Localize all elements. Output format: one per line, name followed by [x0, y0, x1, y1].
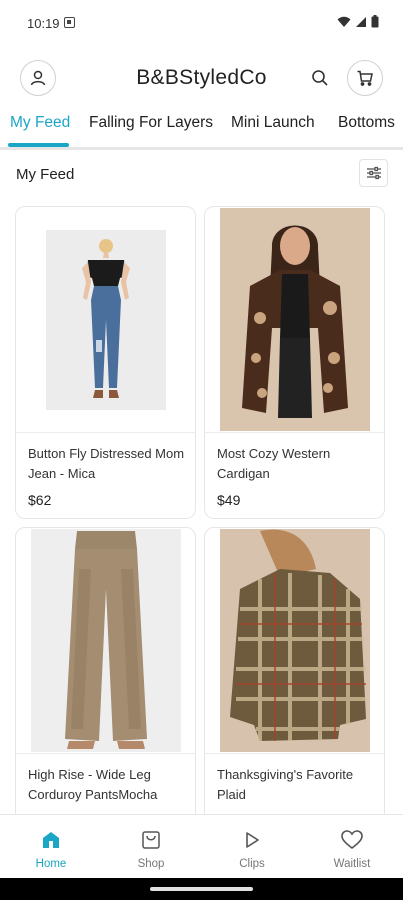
product-name: Button Fly Distressed Mom Jean - Mica: [28, 446, 185, 481]
product-name: High Rise - Wide Leg Corduroy PantsMocha: [28, 767, 158, 802]
product-card[interactable]: Most Cozy Western Cardigan $49: [204, 206, 385, 519]
product-price: $62: [28, 492, 52, 508]
nav-label: Waitlist: [333, 858, 371, 870]
search-button[interactable]: [308, 66, 332, 90]
heart-icon: [340, 828, 364, 852]
product-image: [16, 207, 195, 432]
status-time: 10:19: [27, 16, 60, 31]
nav-label: Home: [35, 858, 67, 870]
filter-sliders-icon: [366, 166, 381, 180]
play-icon: [240, 828, 264, 852]
system-gesture-bar: [0, 878, 403, 900]
nav-waitlist[interactable]: Waitlist: [302, 815, 402, 879]
product-image: [16, 528, 195, 753]
cart-icon: [357, 70, 373, 86]
shop-icon: [139, 828, 163, 852]
bottom-navigation: Home Shop Clips Waitlist: [0, 814, 403, 878]
home-icon: [39, 828, 63, 852]
cart-button[interactable]: [347, 60, 383, 96]
nav-home[interactable]: Home: [1, 815, 101, 879]
brand-title: B&BStyledCo: [136, 66, 267, 89]
product-image: [205, 528, 384, 753]
app-header: B&BStyledCo: [0, 56, 403, 102]
status-icons: [337, 15, 379, 28]
nav-clips[interactable]: Clips: [202, 815, 302, 879]
product-image: [205, 207, 384, 432]
product-card[interactable]: Thanksgiving's Favorite Plaid: [204, 527, 385, 827]
nav-shop[interactable]: Shop: [101, 815, 201, 879]
battery-icon: [371, 15, 379, 28]
nav-label: Shop: [137, 858, 165, 870]
active-tab-indicator: [8, 143, 69, 147]
search-icon: [312, 70, 328, 86]
notification-icon: [64, 17, 75, 28]
product-price: $49: [217, 492, 241, 508]
status-bar: 10:19: [0, 0, 403, 46]
feed-title: My Feed: [16, 166, 75, 183]
wifi-icon: [337, 16, 351, 27]
nav-label: Clips: [239, 858, 265, 870]
signal-icon: [356, 16, 366, 27]
tab-mini-launch[interactable]: Mini Launch: [231, 114, 315, 147]
product-name: Most Cozy Western Cardigan: [217, 446, 331, 481]
product-card[interactable]: High Rise - Wide Leg Corduroy PantsMocha: [15, 527, 196, 827]
filter-button[interactable]: [359, 159, 388, 187]
product-card[interactable]: Button Fly Distressed Mom Jean - Mica $6…: [15, 206, 196, 519]
product-name: Thanksgiving's Favorite Plaid: [217, 767, 354, 802]
tab-falling-for-layers[interactable]: Falling For Layers: [89, 114, 213, 147]
tab-bottoms[interactable]: Bottoms: [338, 114, 395, 147]
gesture-handle[interactable]: [150, 887, 253, 891]
